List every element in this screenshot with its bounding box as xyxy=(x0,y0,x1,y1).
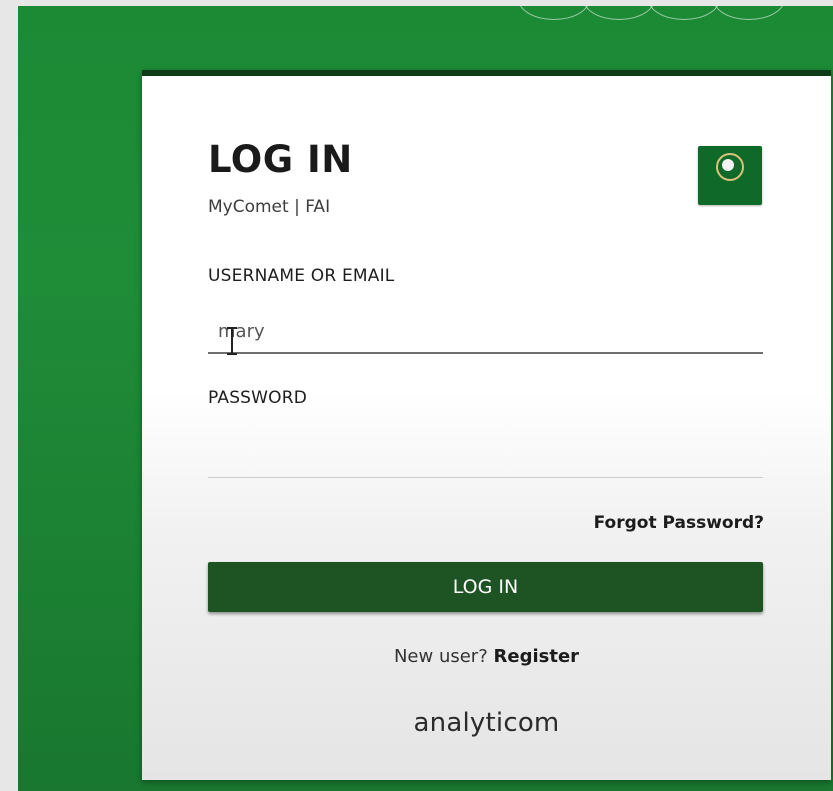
page-background: LOG IN MyComet | FAI USERNAME OR EMAIL P… xyxy=(18,6,833,791)
register-link[interactable]: Register xyxy=(494,646,580,667)
page-title: LOG IN xyxy=(208,138,353,181)
password-input[interactable] xyxy=(208,436,763,478)
decorative-arc xyxy=(713,6,785,20)
logo-ball xyxy=(722,159,734,171)
decorative-arc xyxy=(648,6,720,20)
decorative-arc xyxy=(518,6,590,20)
page-subtitle: MyComet | FAI xyxy=(208,197,331,217)
forgot-password-link[interactable]: Forgot Password? xyxy=(594,513,764,533)
login-button[interactable]: LOG IN xyxy=(208,562,763,612)
text-cursor-icon xyxy=(227,327,237,355)
username-input[interactable] xyxy=(208,310,763,354)
fai-comet-logo-icon xyxy=(698,146,762,205)
analyticom-logo: analyticom xyxy=(413,708,560,738)
username-label: USERNAME OR EMAIL xyxy=(208,266,395,286)
register-row: New user? Register xyxy=(142,646,831,667)
register-prompt: New user? xyxy=(393,646,494,667)
password-label: PASSWORD xyxy=(208,388,308,408)
decorative-arc xyxy=(583,6,655,20)
login-card: LOG IN MyComet | FAI USERNAME OR EMAIL P… xyxy=(142,70,831,780)
